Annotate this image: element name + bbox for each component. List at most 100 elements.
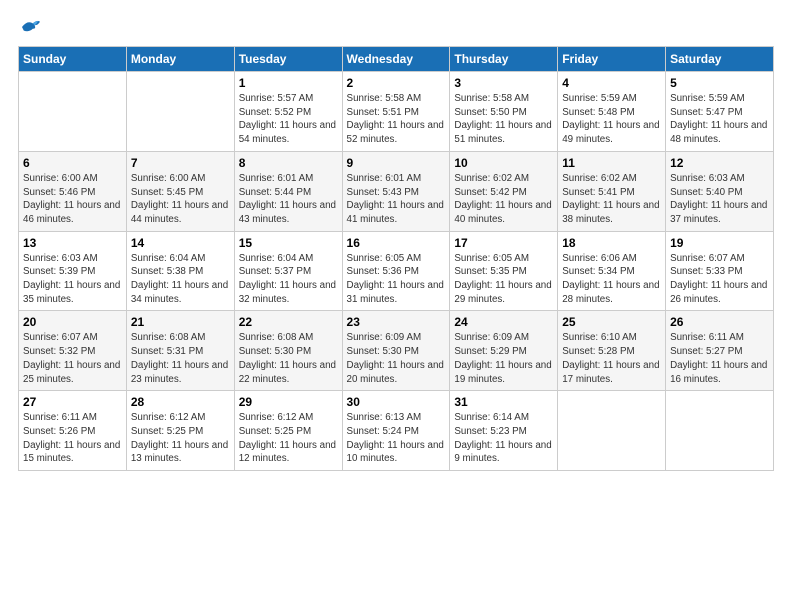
calendar-cell: 20 Sunrise: 6:07 AMSunset: 5:32 PMDayligh… [19, 311, 127, 391]
weekday-header-sunday: Sunday [19, 47, 127, 72]
calendar-cell: 28Sunrise: 6:12 AMSunset: 5:25 PMDayligh… [126, 391, 234, 471]
day-number: 17 [454, 236, 553, 250]
calendar-cell: 22 Sunrise: 6:08 AMSunset: 5:30 PMDayligh… [234, 311, 342, 391]
day-info: Sunrise: 6:05 AMSunset: 5:35 PMDaylight:… [454, 252, 553, 307]
day-number: 3 [454, 76, 553, 90]
calendar-cell: 19 Sunrise: 6:07 AMSunset: 5:33 PMDayligh… [666, 231, 774, 311]
day-number: 25 [562, 315, 661, 329]
day-number: 24 [454, 315, 553, 329]
day-number: 21 [131, 315, 230, 329]
day-info: Sunrise: 5:59 AMSunset: 5:48 PMDaylight:… [562, 92, 661, 147]
day-info: Sunrise: 6:07 AMSunset: 5:32 PMDaylight:… [23, 331, 122, 386]
day-info: Sunrise: 5:58 AMSunset: 5:50 PMDaylight:… [454, 92, 553, 147]
day-number: 9 [347, 156, 446, 170]
day-number: 13 [23, 236, 122, 250]
day-info: Sunrise: 6:12 AMSunset: 5:25 PMDaylight:… [131, 411, 230, 466]
logo-bird-icon [20, 18, 42, 36]
weekday-header-friday: Friday [558, 47, 666, 72]
calendar-cell: 17 Sunrise: 6:05 AMSunset: 5:35 PMDayligh… [450, 231, 558, 311]
day-info: Sunrise: 6:08 AMSunset: 5:30 PMDaylight:… [239, 331, 338, 386]
day-number: 30 [347, 395, 446, 409]
day-info: Sunrise: 6:10 AMSunset: 5:28 PMDaylight:… [562, 331, 661, 386]
calendar-cell: 27Sunrise: 6:11 AMSunset: 5:26 PMDayligh… [19, 391, 127, 471]
calendar-cell: 24 Sunrise: 6:09 AMSunset: 5:29 PMDayligh… [450, 311, 558, 391]
day-number: 4 [562, 76, 661, 90]
day-number: 22 [239, 315, 338, 329]
calendar-cell: 4 Sunrise: 5:59 AMSunset: 5:48 PMDaylight… [558, 72, 666, 152]
day-info: Sunrise: 6:14 AMSunset: 5:23 PMDaylight:… [454, 411, 553, 466]
day-info: Sunrise: 6:04 AMSunset: 5:37 PMDaylight:… [239, 252, 338, 307]
calendar-cell: 16Sunrise: 6:05 AMSunset: 5:36 PMDayligh… [342, 231, 450, 311]
calendar-cell: 2 Sunrise: 5:58 AMSunset: 5:51 PMDaylight… [342, 72, 450, 152]
day-info: Sunrise: 6:12 AMSunset: 5:25 PMDaylight:… [239, 411, 338, 466]
day-number: 19 [670, 236, 769, 250]
weekday-header-saturday: Saturday [666, 47, 774, 72]
day-number: 15 [239, 236, 338, 250]
logo [18, 18, 42, 36]
day-info: Sunrise: 6:11 AMSunset: 5:26 PMDaylight:… [23, 411, 122, 466]
day-number: 1 [239, 76, 338, 90]
calendar-cell [666, 391, 774, 471]
day-info: Sunrise: 6:02 AMSunset: 5:41 PMDaylight:… [562, 172, 661, 227]
day-info: Sunrise: 5:57 AMSunset: 5:52 PMDaylight:… [239, 92, 338, 147]
day-info: Sunrise: 6:03 AMSunset: 5:39 PMDaylight:… [23, 252, 122, 307]
calendar-cell: 14 Sunrise: 6:04 AMSunset: 5:38 PMDayligh… [126, 231, 234, 311]
day-number: 5 [670, 76, 769, 90]
day-info: Sunrise: 5:59 AMSunset: 5:47 PMDaylight:… [670, 92, 769, 147]
day-number: 14 [131, 236, 230, 250]
day-number: 11 [562, 156, 661, 170]
day-number: 31 [454, 395, 553, 409]
calendar-week-row: 20 Sunrise: 6:07 AMSunset: 5:32 PMDayligh… [19, 311, 774, 391]
calendar-cell [126, 72, 234, 152]
calendar-cell: 7 Sunrise: 6:00 AMSunset: 5:45 PMDaylight… [126, 151, 234, 231]
calendar-cell: 31 Sunrise: 6:14 AMSunset: 5:23 PMDayligh… [450, 391, 558, 471]
calendar-week-row: 1 Sunrise: 5:57 AMSunset: 5:52 PMDaylight… [19, 72, 774, 152]
day-number: 6 [23, 156, 122, 170]
calendar-cell [19, 72, 127, 152]
calendar-cell: 25 Sunrise: 6:10 AMSunset: 5:28 PMDayligh… [558, 311, 666, 391]
day-info: Sunrise: 6:08 AMSunset: 5:31 PMDaylight:… [131, 331, 230, 386]
header [18, 18, 774, 36]
weekday-header-monday: Monday [126, 47, 234, 72]
calendar-week-row: 13 Sunrise: 6:03 AMSunset: 5:39 PMDayligh… [19, 231, 774, 311]
calendar-cell: 18 Sunrise: 6:06 AMSunset: 5:34 PMDayligh… [558, 231, 666, 311]
day-info: Sunrise: 6:01 AMSunset: 5:44 PMDaylight:… [239, 172, 338, 227]
calendar-cell: 1 Sunrise: 5:57 AMSunset: 5:52 PMDaylight… [234, 72, 342, 152]
calendar-cell: 12 Sunrise: 6:03 AMSunset: 5:40 PMDayligh… [666, 151, 774, 231]
day-info: Sunrise: 6:07 AMSunset: 5:33 PMDaylight:… [670, 252, 769, 307]
day-info: Sunrise: 6:13 AMSunset: 5:24 PMDaylight:… [347, 411, 446, 466]
weekday-header-thursday: Thursday [450, 47, 558, 72]
calendar-cell: 23Sunrise: 6:09 AMSunset: 5:30 PMDayligh… [342, 311, 450, 391]
day-number: 18 [562, 236, 661, 250]
calendar-cell: 15 Sunrise: 6:04 AMSunset: 5:37 PMDayligh… [234, 231, 342, 311]
calendar-week-row: 6 Sunrise: 6:00 AMSunset: 5:46 PMDaylight… [19, 151, 774, 231]
day-number: 16 [347, 236, 446, 250]
weekday-header-wednesday: Wednesday [342, 47, 450, 72]
calendar-cell: 10Sunrise: 6:02 AMSunset: 5:42 PMDayligh… [450, 151, 558, 231]
day-info: Sunrise: 6:11 AMSunset: 5:27 PMDaylight:… [670, 331, 769, 386]
calendar-page: SundayMondayTuesdayWednesdayThursdayFrid… [0, 0, 792, 612]
day-number: 23 [347, 315, 446, 329]
calendar-cell: 11 Sunrise: 6:02 AMSunset: 5:41 PMDayligh… [558, 151, 666, 231]
day-number: 12 [670, 156, 769, 170]
calendar-week-row: 27Sunrise: 6:11 AMSunset: 5:26 PMDayligh… [19, 391, 774, 471]
day-number: 2 [347, 76, 446, 90]
day-info: Sunrise: 6:02 AMSunset: 5:42 PMDaylight:… [454, 172, 553, 227]
day-info: Sunrise: 6:03 AMSunset: 5:40 PMDaylight:… [670, 172, 769, 227]
day-info: Sunrise: 6:00 AMSunset: 5:46 PMDaylight:… [23, 172, 122, 227]
calendar-cell: 8 Sunrise: 6:01 AMSunset: 5:44 PMDaylight… [234, 151, 342, 231]
calendar-cell: 9Sunrise: 6:01 AMSunset: 5:43 PMDaylight… [342, 151, 450, 231]
day-number: 8 [239, 156, 338, 170]
calendar-cell: 29 Sunrise: 6:12 AMSunset: 5:25 PMDayligh… [234, 391, 342, 471]
day-number: 20 [23, 315, 122, 329]
day-number: 29 [239, 395, 338, 409]
calendar-cell: 3 Sunrise: 5:58 AMSunset: 5:50 PMDaylight… [450, 72, 558, 152]
day-info: Sunrise: 6:06 AMSunset: 5:34 PMDaylight:… [562, 252, 661, 307]
day-info: Sunrise: 5:58 AMSunset: 5:51 PMDaylight:… [347, 92, 446, 147]
day-info: Sunrise: 6:09 AMSunset: 5:29 PMDaylight:… [454, 331, 553, 386]
day-info: Sunrise: 6:00 AMSunset: 5:45 PMDaylight:… [131, 172, 230, 227]
weekday-header-row: SundayMondayTuesdayWednesdayThursdayFrid… [19, 47, 774, 72]
calendar-cell: 21 Sunrise: 6:08 AMSunset: 5:31 PMDayligh… [126, 311, 234, 391]
day-number: 7 [131, 156, 230, 170]
day-info: Sunrise: 6:04 AMSunset: 5:38 PMDaylight:… [131, 252, 230, 307]
